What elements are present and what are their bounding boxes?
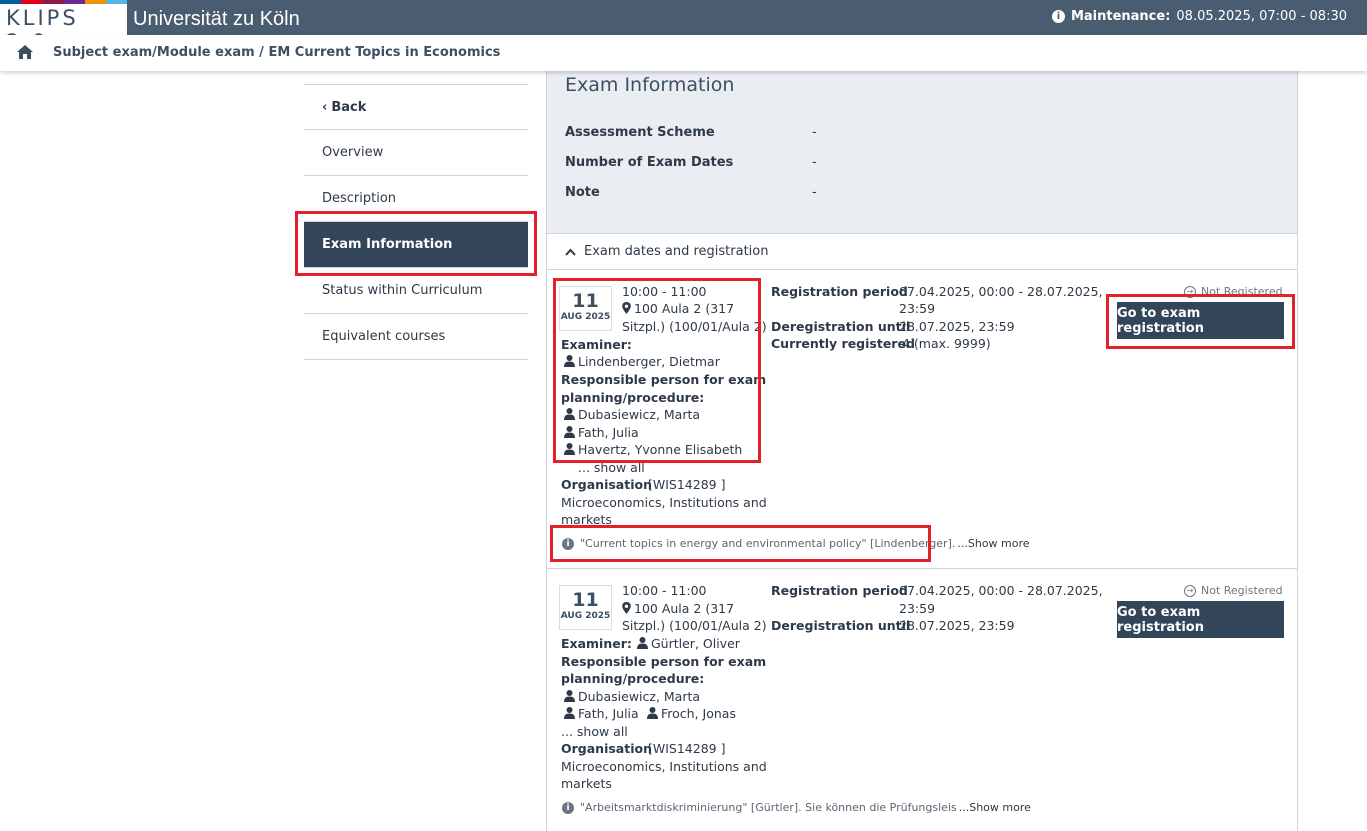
- chevron-up-icon: [565, 248, 576, 256]
- deregistration-value: 28.07.2025, 23:59: [899, 319, 1015, 334]
- sidebar-item-equivalent-courses[interactable]: Equivalent courses: [304, 314, 528, 360]
- assessment-scheme-label: Assessment Scheme: [565, 125, 715, 140]
- exam-dates-header-label: Exam dates and registration: [584, 244, 769, 259]
- examiner-name: Gürtler, Oliver: [651, 636, 740, 651]
- info-icon: i: [1051, 10, 1065, 23]
- exam-date-card: 11 AUG 2025 10:00 - 11:00 100 Aula 2 (31…: [547, 569, 1297, 831]
- currently-registered-label: Currently registered: [771, 336, 915, 351]
- number-of-exam-dates-value: -: [812, 155, 817, 170]
- show-more-link[interactable]: ...Show more: [957, 537, 1029, 550]
- show-more-link[interactable]: ...Show more: [959, 801, 1031, 814]
- exam-info-panel: Exam Information Assessment Scheme - Num…: [547, 71, 1297, 234]
- maintenance-value: 08.05.2025, 07:00 - 08:30: [1176, 9, 1347, 24]
- logo-color-stripe: [0, 0, 128, 4]
- note-value: -: [812, 185, 817, 200]
- exam-time: 10:00 - 11:00: [622, 583, 707, 598]
- registration-period-label: Registration period: [771, 583, 908, 598]
- show-all-link[interactable]: ... show all: [561, 723, 628, 741]
- date-day: 11: [572, 589, 599, 611]
- responsible-label-2: planning/procedure:: [561, 671, 705, 686]
- maintenance-notice: i Maintenance: 08.05.2025, 07:00 - 08:30: [1051, 9, 1347, 24]
- number-of-exam-dates-label: Number of Exam Dates: [565, 155, 734, 170]
- responsible-person[interactable]: Fath, Julia: [564, 705, 639, 723]
- highlight-box: [550, 525, 931, 562]
- examiner-label: Examiner:: [561, 636, 632, 651]
- user-icon: [564, 707, 575, 719]
- location-line-2: Sitzpl.) (100/01/Aula 2): [622, 618, 767, 633]
- assessment-scheme-value: -: [812, 125, 817, 140]
- registration-period-label: Registration period: [771, 284, 908, 299]
- highlight-box: [295, 211, 537, 276]
- deregistration-label: Deregistration until: [771, 618, 911, 633]
- user-icon: [647, 707, 658, 719]
- exam-dates-toggle[interactable]: Exam dates and registration: [547, 234, 1297, 270]
- registration-period-value-2: 23:59: [899, 601, 936, 616]
- highlight-box: [1106, 294, 1295, 349]
- chevron-left-icon: ‹: [322, 99, 328, 115]
- breadcrumb-bar: Subject exam/Module exam / EM Current To…: [0, 35, 1367, 71]
- organisation-label: Organisation: [561, 741, 652, 756]
- deregistration-value: 28.07.2025, 23:59: [899, 618, 1015, 633]
- highlight-box: [553, 278, 761, 463]
- user-icon: [564, 690, 575, 702]
- breadcrumb: Subject exam/Module exam / EM Current To…: [53, 45, 501, 60]
- registration-period-value-1: 07.04.2025, 00:00 - 28.07.2025,: [899, 583, 1103, 598]
- top-bar: KLIPS 2.0 Universität zu Köln i Maintena…: [0, 0, 1367, 54]
- map-marker-icon: [622, 602, 631, 614]
- person-name: Froch, Jonas: [661, 706, 736, 721]
- organisation-label: Organisation: [561, 477, 652, 492]
- location-line-1: 100 Aula 2 (317: [634, 601, 735, 616]
- responsible-label-1: Responsible person for exam: [561, 654, 767, 669]
- maintenance-label: Maintenance:: [1070, 9, 1171, 24]
- info-icon: i: [562, 801, 574, 814]
- status-text: Not Registered: [1201, 584, 1283, 597]
- date-month: AUG 2025: [560, 611, 611, 621]
- organisation-code: [WIS14289 ]: [648, 477, 726, 492]
- organisation-name-1: Microeconomics, Institutions and: [561, 495, 767, 510]
- back-label: Back: [331, 99, 367, 115]
- note-label: Note: [565, 185, 600, 200]
- sidebar-item-overview[interactable]: Overview: [304, 130, 528, 176]
- person-name: Fath, Julia: [578, 706, 639, 721]
- responsible-person[interactable]: Froch, Jonas: [647, 705, 736, 723]
- page-title: Exam Information: [565, 74, 735, 96]
- organisation-name-1: Microeconomics, Institutions and: [561, 759, 767, 774]
- arrow-circle-icon: →: [1184, 584, 1196, 597]
- responsible-person[interactable]: Dubasiewicz, Marta: [564, 688, 700, 706]
- registration-period-value-2: 23:59: [899, 301, 936, 316]
- back-link[interactable]: ‹ Back: [304, 84, 528, 130]
- klips-logo[interactable]: KLIPS 2.0: [0, 0, 128, 54]
- user-icon: [637, 637, 648, 649]
- organisation-code: [WIS14289 ]: [648, 741, 726, 756]
- registration-period-value-1: 07.04.2025, 00:00 - 28.07.2025,: [899, 284, 1103, 299]
- currently-registered-value: 4 (max. 9999): [902, 336, 991, 351]
- university-name: Universität zu Köln: [133, 8, 300, 30]
- deregistration-label: Deregistration until: [771, 319, 911, 334]
- person-name: Dubasiewicz, Marta: [578, 689, 701, 704]
- examiner-person[interactable]: Gürtler, Oliver: [637, 635, 740, 653]
- home-icon[interactable]: [17, 45, 33, 59]
- date-badge: 11 AUG 2025: [559, 585, 612, 630]
- organisation-name-2: markets: [561, 776, 612, 791]
- exam-location-1: 100 Aula 2 (317: [622, 600, 734, 618]
- exam-note: i "Arbeitsmarktdiskriminierung" [Gürtler…: [562, 801, 1031, 814]
- go-to-exam-registration-button[interactable]: Go to exam registration: [1117, 601, 1284, 638]
- registration-status: → Not Registered: [1184, 584, 1283, 597]
- note-text: "Arbeitsmarktdiskriminierung" [Gürtler].…: [580, 801, 957, 814]
